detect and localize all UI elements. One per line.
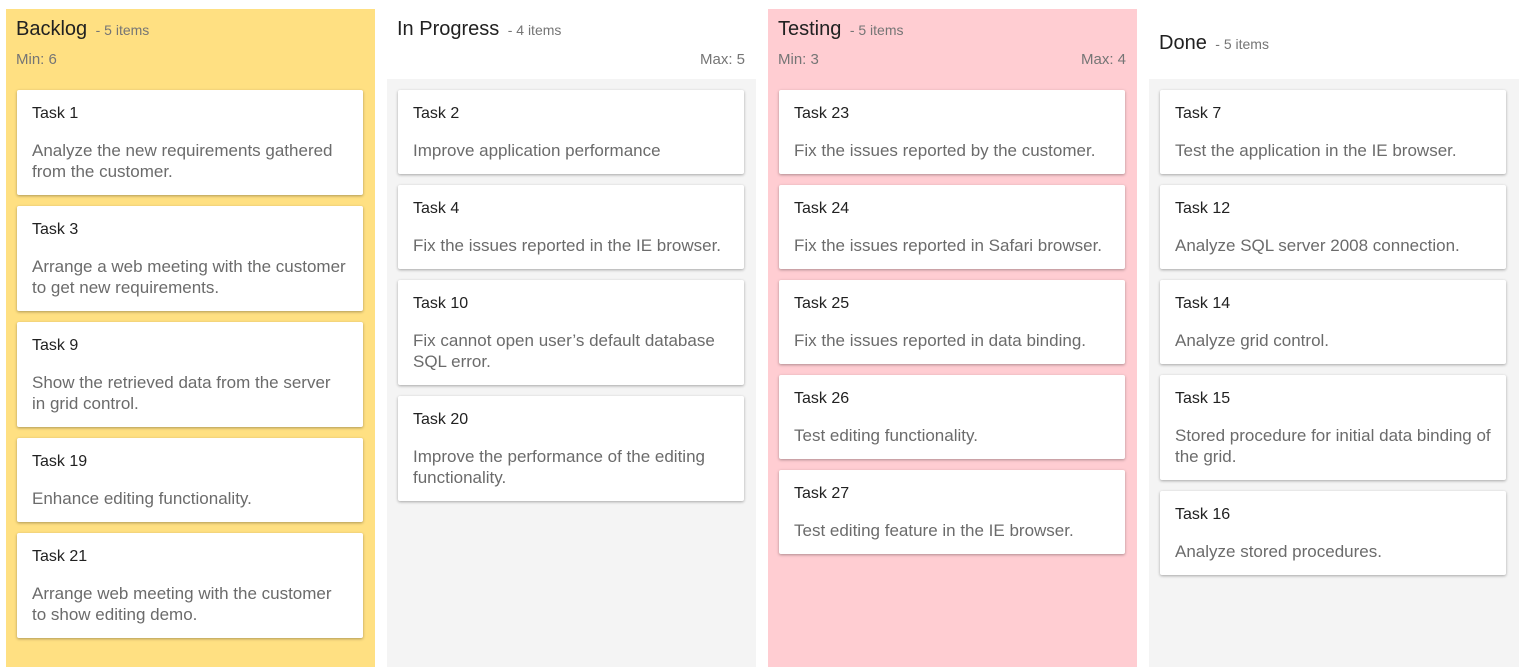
card-description: Analyze SQL server 2008 connection. <box>1175 236 1460 255</box>
card[interactable]: Task 19 Enhance editing functionality. <box>17 438 363 522</box>
card-title: Task 24 <box>794 200 850 217</box>
card[interactable]: Task 15 Stored procedure for initial dat… <box>1160 375 1506 480</box>
card-title: Task 20 <box>413 411 469 428</box>
card-title: Task 16 <box>1175 506 1231 523</box>
card-title: Task 26 <box>794 390 850 407</box>
card[interactable]: Task 2 Improve application performance <box>398 90 744 174</box>
card-description: Test editing feature in the IE browser. <box>794 521 1074 540</box>
card[interactable]: Task 12 Analyze SQL server 2008 connecti… <box>1160 185 1506 269</box>
max-limit: Max: 4 <box>1080 51 1126 68</box>
card-title: Task 7 <box>1175 105 1222 122</box>
card[interactable]: Task 27 Test editing feature in the IE b… <box>779 470 1125 554</box>
card-description: Show the retrieved data from the server … <box>32 373 331 413</box>
card-title: Task 27 <box>794 485 850 502</box>
column-title: Testing <box>778 18 842 40</box>
kanban-board: Backlog - 5 items Min: 6 Task 1 Analyze … <box>0 0 1525 667</box>
card-area: Task 2 Improve application performance T… <box>387 79 756 667</box>
item-count: - 5 items <box>849 22 904 38</box>
card-description: Enhance editing functionality. <box>32 489 252 508</box>
card-description: Fix the issues reported in Safari browse… <box>794 236 1103 255</box>
card[interactable]: Task 7 Test the application in the IE br… <box>1160 90 1506 174</box>
card[interactable]: Task 25 Fix the issues reported in data … <box>779 280 1125 364</box>
card-description: Test editing functionality. <box>794 426 978 445</box>
card[interactable]: Task 1 Analyze the new requirements gath… <box>17 90 363 195</box>
card-description: Analyze stored procedures. <box>1175 542 1382 561</box>
card-title: Task 9 <box>32 337 79 354</box>
min-limit: Min: 3 <box>778 51 819 68</box>
item-count: - 5 items <box>1215 36 1269 52</box>
card-title: Task 23 <box>794 105 850 122</box>
card[interactable]: Task 10 Fix cannot open user’s default d… <box>398 280 744 385</box>
card-description: Analyze grid control. <box>1175 331 1330 350</box>
card-title: Task 1 <box>32 105 79 122</box>
card[interactable]: Task 16 Analyze stored procedures. <box>1160 491 1506 575</box>
card-description: Fix cannot open user’s default database … <box>413 331 715 371</box>
column-title: Backlog <box>16 18 88 40</box>
card-title: Task 10 <box>413 295 469 312</box>
card[interactable]: Task 23 Fix the issues reported by the c… <box>779 90 1125 174</box>
card-description: Fix the issues reported in data binding. <box>794 331 1087 350</box>
card-title: Task 14 <box>1175 295 1231 312</box>
column-backlog: Backlog - 5 items Min: 6 Task 1 Analyze … <box>6 9 375 667</box>
card-description: Arrange a web meeting with the customer … <box>32 257 346 297</box>
card[interactable]: Task 4 Fix the issues reported in the IE… <box>398 185 744 269</box>
card-area: Task 7 Test the application in the IE br… <box>1149 79 1519 667</box>
card-area: Task 23 Fix the issues reported by the c… <box>768 79 1137 667</box>
column-header: Done - 5 items <box>1149 9 1519 79</box>
item-count: - 5 items <box>95 22 150 38</box>
card-area: Task 1 Analyze the new requirements gath… <box>6 89 375 667</box>
min-limit: Min: 6 <box>16 51 57 68</box>
column-title: Done <box>1159 32 1207 54</box>
card-description: Improve application performance <box>413 141 661 160</box>
card[interactable]: Task 21 Arrange web meeting with the cus… <box>17 533 363 638</box>
card-description: Fix the issues reported in the IE browse… <box>413 236 722 255</box>
card[interactable]: Task 24 Fix the issues reported in Safar… <box>779 185 1125 269</box>
column-title: In Progress <box>397 18 500 40</box>
card[interactable]: Task 3 Arrange a web meeting with the cu… <box>17 206 363 311</box>
card-title: Task 25 <box>794 295 850 312</box>
card-description: Analyze the new requirements gathered fr… <box>32 141 333 181</box>
card-title: Task 4 <box>413 200 460 217</box>
column-header: Backlog - 5 items Min: 6 <box>6 9 375 89</box>
column-testing: Testing - 5 items Min: 3 Max: 4 Task 23 … <box>768 9 1137 667</box>
card-description: Arrange web meeting with the customer to… <box>32 584 332 624</box>
column-in-progress: In Progress - 4 items Max: 5 Task 2 Impr… <box>387 9 756 667</box>
item-count: - 4 items <box>507 22 562 38</box>
column-header: Testing - 5 items Min: 3 Max: 4 <box>768 9 1137 79</box>
card[interactable]: Task 20 Improve the performance of the e… <box>398 396 744 501</box>
card-title: Task 2 <box>413 105 460 122</box>
card-title: Task 21 <box>32 548 88 565</box>
column-done: Done - 5 items Task 7 Test the applicati… <box>1149 9 1519 667</box>
card-title: Task 3 <box>32 221 79 238</box>
max-limit: Max: 5 <box>699 51 745 68</box>
card-description: Improve the performance of the editing f… <box>413 447 705 487</box>
card[interactable]: Task 14 Analyze grid control. <box>1160 280 1506 364</box>
card-description: Fix the issues reported by the customer. <box>794 141 1096 160</box>
card[interactable]: Task 9 Show the retrieved data from the … <box>17 322 363 427</box>
card-title: Task 19 <box>32 453 88 470</box>
column-header: In Progress - 4 items Max: 5 <box>387 9 756 79</box>
card[interactable]: Task 26 Test editing functionality. <box>779 375 1125 459</box>
card-title: Task 15 <box>1175 390 1231 407</box>
card-description: Test the application in the IE browser. <box>1175 141 1457 160</box>
card-title: Task 12 <box>1175 200 1231 217</box>
card-description: Stored procedure for initial data bindin… <box>1175 426 1491 466</box>
